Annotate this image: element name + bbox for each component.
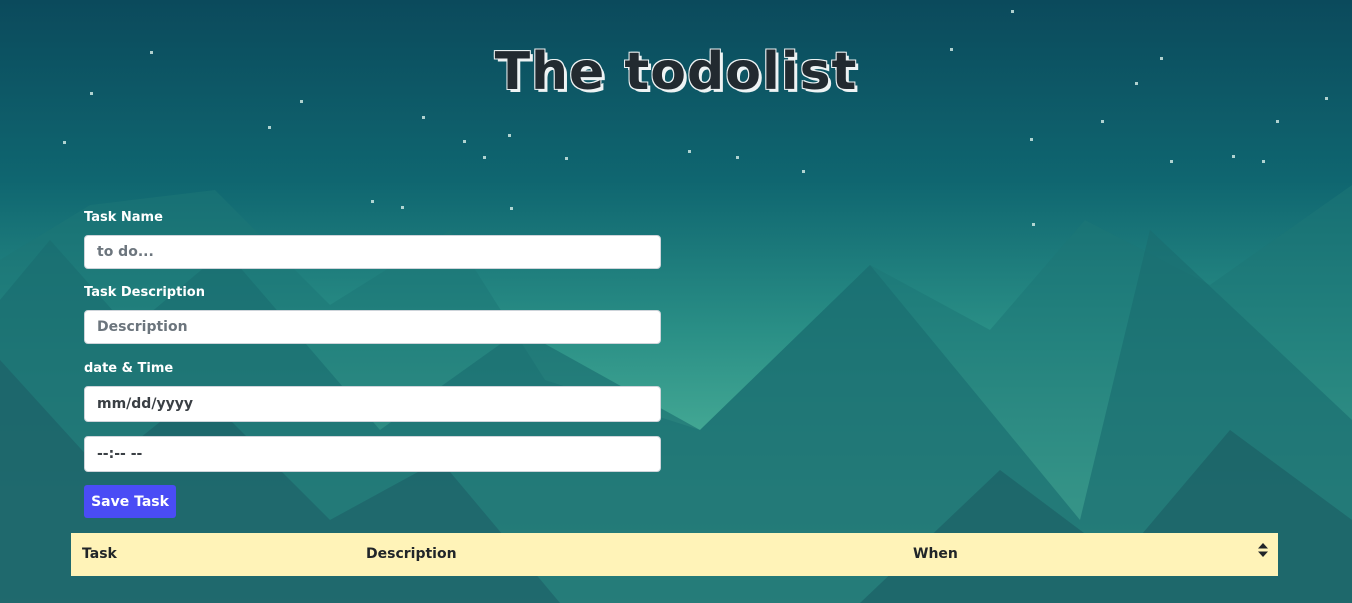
column-header-description[interactable]: Description — [366, 533, 457, 576]
task-name-label: Task Name — [84, 210, 163, 225]
task-description-label: Task Description — [84, 285, 205, 300]
task-description-input[interactable] — [84, 310, 661, 344]
task-table-header: Task Description When — [71, 533, 1278, 576]
task-form: Task Name Task Description date & Time m… — [84, 208, 661, 472]
date-input[interactable]: mm/dd/yyyy — [84, 386, 661, 422]
page: The todolist Task Name Task Description … — [0, 0, 1352, 603]
time-input[interactable]: --:-- -- — [84, 436, 661, 472]
save-task-button[interactable]: Save Task — [84, 485, 176, 518]
sort-icon[interactable] — [1258, 543, 1268, 557]
page-title: The todolist — [494, 42, 858, 102]
task-name-input[interactable] — [84, 235, 661, 269]
datetime-label: date & Time — [84, 361, 174, 376]
column-header-when[interactable]: When — [913, 533, 958, 576]
column-header-task[interactable]: Task — [82, 533, 117, 576]
